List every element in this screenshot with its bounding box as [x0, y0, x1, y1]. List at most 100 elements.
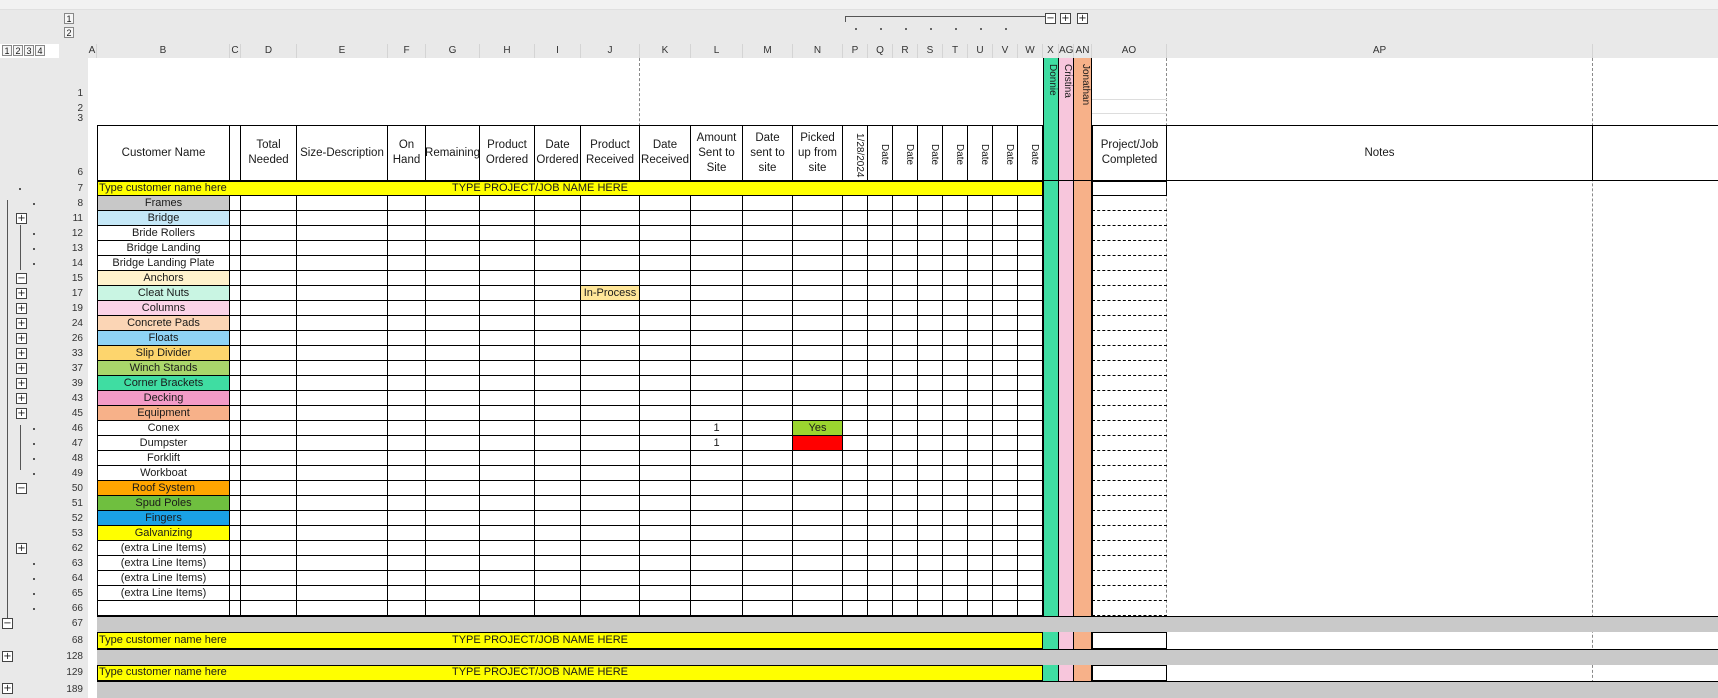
cell-m-46[interactable] — [743, 421, 793, 436]
collapse-group-icon[interactable]: − — [16, 273, 27, 284]
cell-v-11[interactable] — [993, 211, 1018, 226]
cell-s-26[interactable] — [918, 331, 943, 346]
cell-l-12[interactable] — [691, 226, 743, 241]
expand-group-icon[interactable]: + — [16, 363, 27, 374]
cell-k-64[interactable] — [640, 571, 691, 586]
row-number-24[interactable]: 24 — [59, 316, 88, 331]
cell-p-12[interactable] — [843, 226, 868, 241]
cell-d-53[interactable] — [241, 526, 297, 541]
cell-u-66[interactable] — [968, 601, 993, 616]
cell-d-66[interactable] — [241, 601, 297, 616]
cell-h-11[interactable] — [480, 211, 535, 226]
cell-n-8[interactable] — [793, 196, 843, 211]
column-header-c[interactable]: C — [230, 44, 241, 58]
cell-t-43[interactable] — [943, 391, 968, 406]
cell-t-64[interactable] — [943, 571, 968, 586]
cell-m-33[interactable] — [743, 346, 793, 361]
cell-f-11[interactable] — [388, 211, 426, 226]
cell-i-64[interactable] — [535, 571, 581, 586]
ao-cell-15[interactable] — [1092, 271, 1167, 286]
cell-h-13[interactable] — [480, 241, 535, 256]
cell-e-11[interactable] — [297, 211, 388, 226]
column-header-b[interactable]: B — [97, 44, 230, 58]
cell-k-13[interactable] — [640, 241, 691, 256]
cell-j-37[interactable] — [581, 361, 640, 376]
cell-p-15[interactable] — [843, 271, 868, 286]
cell-v-47[interactable] — [993, 436, 1018, 451]
cell-l-64[interactable] — [691, 571, 743, 586]
cell-v-64[interactable] — [993, 571, 1018, 586]
cell-m-19[interactable] — [743, 301, 793, 316]
item-blank-label[interactable] — [97, 601, 230, 616]
cell-k-14[interactable] — [640, 256, 691, 271]
item-bridge-landing-label[interactable]: Bridge Landing — [97, 241, 230, 256]
column-header-ap[interactable]: AP — [1167, 44, 1593, 58]
cell-i-17[interactable] — [535, 286, 581, 301]
cell-e-14[interactable] — [297, 256, 388, 271]
cell-r-66[interactable] — [893, 601, 918, 616]
cell-n-64[interactable] — [793, 571, 843, 586]
cell-d-13[interactable] — [241, 241, 297, 256]
item-frames-label[interactable]: Frames — [97, 196, 230, 211]
cell-c[interactable] — [230, 496, 241, 511]
cell-e-43[interactable] — [297, 391, 388, 406]
column-header-t[interactable]: T — [943, 44, 968, 58]
row-level-2-button[interactable]: 2 — [13, 45, 23, 56]
cell-g-49[interactable] — [426, 466, 480, 481]
cell-h-62[interactable] — [480, 541, 535, 556]
cell-q-63[interactable] — [868, 556, 893, 571]
row-number-65[interactable]: 65 — [59, 586, 88, 601]
row-number-62[interactable]: 62 — [59, 541, 88, 556]
cell-s-47[interactable] — [918, 436, 943, 451]
row-number-39[interactable]: 39 — [59, 376, 88, 391]
cell-l-26[interactable] — [691, 331, 743, 346]
item-corner-brackets-label[interactable]: Corner Brackets — [97, 376, 230, 391]
cell-g-66[interactable] — [426, 601, 480, 616]
cell-l-43[interactable] — [691, 391, 743, 406]
cell-p-39[interactable] — [843, 376, 868, 391]
cell-e-26[interactable] — [297, 331, 388, 346]
cell-f-13[interactable] — [388, 241, 426, 256]
cell-p-24[interactable] — [843, 316, 868, 331]
cell-e-51[interactable] — [297, 496, 388, 511]
row-level-1-button[interactable]: 1 — [2, 45, 12, 56]
cell-g-24[interactable] — [426, 316, 480, 331]
cell-w-50[interactable] — [1018, 481, 1043, 496]
cell-d-64[interactable] — [241, 571, 297, 586]
cell-t-52[interactable] — [943, 511, 968, 526]
cell-d-49[interactable] — [241, 466, 297, 481]
ao-cell-53[interactable] — [1092, 526, 1167, 541]
cell-f-15[interactable] — [388, 271, 426, 286]
cell-g-33[interactable] — [426, 346, 480, 361]
cell-k-62[interactable] — [640, 541, 691, 556]
item-roof-system-label[interactable]: Roof System — [97, 481, 230, 496]
cell-t-65[interactable] — [943, 586, 968, 601]
value-n-46[interactable]: Yes — [793, 421, 843, 436]
row-number-19[interactable]: 19 — [59, 301, 88, 316]
cell-g-64[interactable] — [426, 571, 480, 586]
cell-p-43[interactable] — [843, 391, 868, 406]
cell-v-12[interactable] — [993, 226, 1018, 241]
cell-h-64[interactable] — [480, 571, 535, 586]
cell-k-26[interactable] — [640, 331, 691, 346]
cell-c[interactable] — [230, 226, 241, 241]
cell-e-53[interactable] — [297, 526, 388, 541]
ao-cell-33[interactable] — [1092, 346, 1167, 361]
cell-n-26[interactable] — [793, 331, 843, 346]
row-number-189[interactable]: 189 — [59, 681, 88, 698]
cell-t-19[interactable] — [943, 301, 968, 316]
cell-e-15[interactable] — [297, 271, 388, 286]
cell-g-11[interactable] — [426, 211, 480, 226]
item-extra-line-items-label[interactable]: (extra Line Items) — [97, 556, 230, 571]
row-number-128[interactable]: 128 — [59, 649, 88, 665]
cell-r-53[interactable] — [893, 526, 918, 541]
project-name-input[interactable]: TYPE PROJECT/JOB NAME HERE — [420, 665, 660, 681]
cell-i-45[interactable] — [535, 406, 581, 421]
expand-group-icon[interactable]: + — [16, 408, 27, 419]
cell-e-47[interactable] — [297, 436, 388, 451]
cell-e-13[interactable] — [297, 241, 388, 256]
item-conex-label[interactable]: Conex — [97, 421, 230, 436]
cell-k-49[interactable] — [640, 466, 691, 481]
ao-cell-8[interactable] — [1092, 196, 1167, 211]
cell-t-63[interactable] — [943, 556, 968, 571]
